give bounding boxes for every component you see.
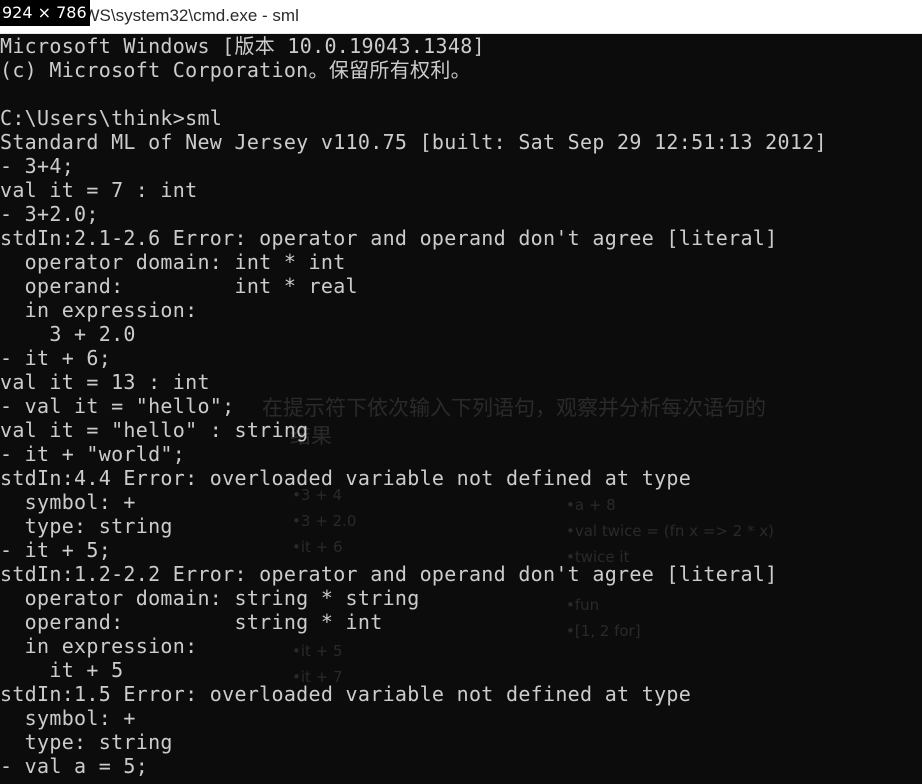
console-line: - val it = "hello"; [0, 394, 235, 418]
console-line: symbol: + [0, 706, 136, 730]
console-line: stdIn:1.5 Error: overloaded variable not… [0, 682, 692, 706]
console-line: in expression: [0, 298, 198, 322]
console-line: operand: int * real [0, 274, 358, 298]
console-line: - 3+4; [0, 154, 75, 178]
console-line: Standard ML of New Jersey v110.75 [built… [0, 130, 827, 154]
console-line: val it = 13 : int [0, 370, 210, 394]
console-line: type: string [0, 730, 173, 754]
console-line: val it = 7 : int [0, 178, 198, 202]
console-line: Microsoft Windows [版本 10.0.19043.1348] [0, 34, 485, 58]
console-line: C:\Users\think>sml [0, 106, 223, 130]
console-line: - it + "world"; [0, 442, 186, 466]
console-line: - val a = 5; [0, 754, 149, 778]
console-line: - 3+2.0; [0, 202, 99, 226]
console-line: - it + 5; [0, 538, 112, 562]
console-output[interactable]: 在提示符下依次输入下列语句，观察并分析每次语句的 结果 3 + 4 3 + 2.… [0, 34, 922, 784]
console-line: it + 5 [0, 658, 124, 682]
console-lines: Microsoft Windows [版本 10.0.19043.1348] (… [0, 34, 922, 778]
console-line: operand: string * int [0, 610, 383, 634]
console-line: in expression: [0, 634, 198, 658]
window-title: DOWS\system32\cmd.exe - sml [58, 6, 299, 25]
console-line: operator domain: string * string [0, 586, 420, 610]
cmd-window: 924 × 786 DOWS\system32\cmd.exe - sml 在提… [0, 0, 922, 784]
console-line: stdIn:2.1-2.6 Error: operator and operan… [0, 226, 778, 250]
size-badge: 924 × 786 [0, 0, 90, 26]
console-line: operator domain: int * int [0, 250, 346, 274]
console-line: symbol: + [0, 490, 136, 514]
console-line: (c) Microsoft Corporation。保留所有权利。 [0, 58, 471, 82]
console-line: type: string [0, 514, 173, 538]
console-line: stdIn:4.4 Error: overloaded variable not… [0, 466, 692, 490]
console-line: - it + 6; [0, 346, 112, 370]
console-line: stdIn:1.2-2.2 Error: operator and operan… [0, 562, 778, 586]
title-bar[interactable]: 924 × 786 DOWS\system32\cmd.exe - sml [0, 0, 922, 34]
console-line: 3 + 2.0 [0, 322, 136, 346]
console-line: val it = "hello" : string [0, 418, 309, 442]
